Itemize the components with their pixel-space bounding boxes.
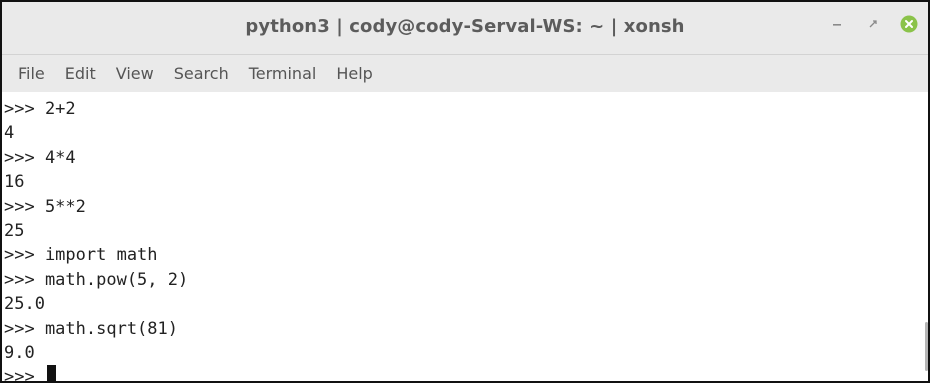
- terminal-line: >>> 4*4: [4, 147, 76, 168]
- terminal-line: 25.0: [4, 294, 45, 315]
- menu-terminal[interactable]: Terminal: [239, 64, 327, 83]
- maximize-icon[interactable]: [864, 15, 882, 33]
- menu-bar: File Edit View Search Terminal Help: [2, 55, 928, 93]
- terminal-prompt: >>>: [4, 367, 45, 383]
- terminal-line: >>> math.sqrt(81): [4, 318, 178, 339]
- terminal-line: >>> 2+2: [4, 99, 76, 119]
- menu-help[interactable]: Help: [326, 64, 382, 83]
- menu-file[interactable]: File: [8, 64, 55, 83]
- terminal-window: python3 | cody@cody-Serval-WS: ~ | xonsh…: [0, 0, 930, 383]
- window-controls: [828, 15, 918, 33]
- terminal-line: >>> math.pow(5, 2): [4, 269, 189, 290]
- title-bar[interactable]: python3 | cody@cody-Serval-WS: ~ | xonsh: [2, 2, 928, 55]
- terminal-line: 9.0: [4, 342, 35, 363]
- terminal-output[interactable]: >>> 2+2 4 >>> 4*4 16 >>> 5**2 25 >>> imp…: [2, 92, 928, 381]
- window-title: python3 | cody@cody-Serval-WS: ~ | xonsh: [245, 16, 685, 37]
- terminal-line: 16: [4, 172, 25, 193]
- scrollbar[interactable]: [925, 322, 928, 371]
- menu-edit[interactable]: Edit: [55, 64, 106, 83]
- terminal-prompt-line[interactable]: >>>: [4, 365, 928, 383]
- menu-search[interactable]: Search: [164, 64, 239, 83]
- terminal-line: 4: [4, 123, 15, 144]
- menu-view[interactable]: View: [106, 64, 164, 83]
- terminal-line: 25: [4, 220, 25, 241]
- minimize-icon[interactable]: [828, 15, 846, 33]
- close-icon[interactable]: [900, 15, 918, 33]
- terminal-line: >>> import math: [4, 245, 158, 266]
- terminal-line: >>> 5**2: [4, 196, 86, 217]
- text-cursor: [46, 365, 56, 381]
